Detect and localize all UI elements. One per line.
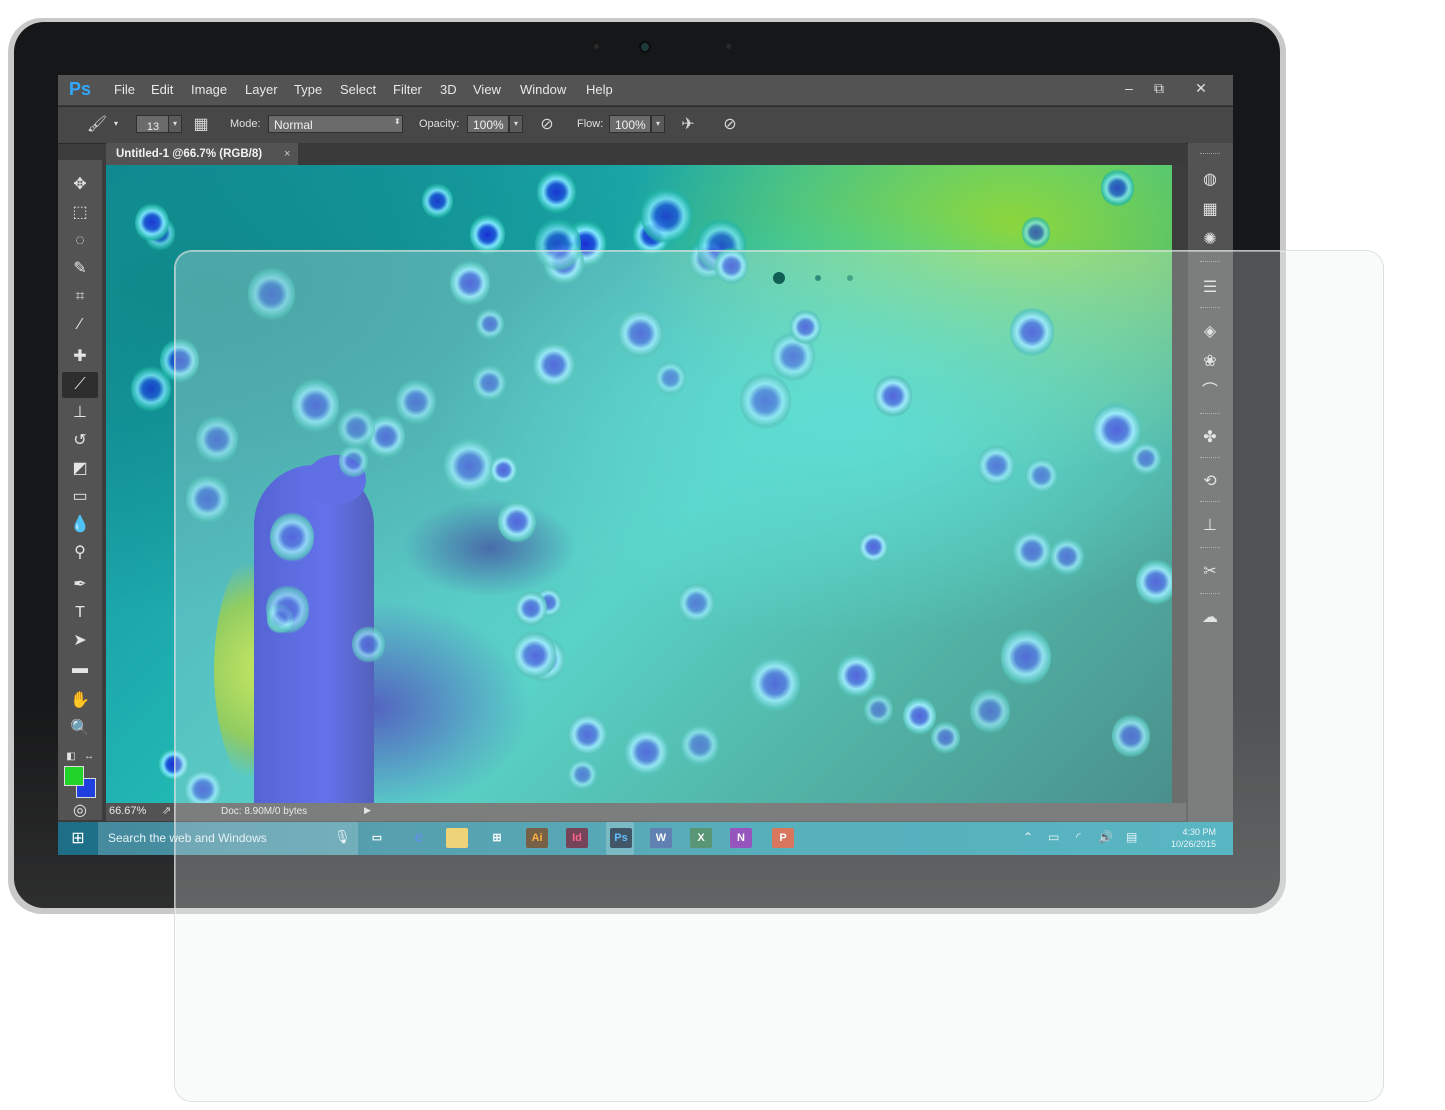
flow-label: Flow: bbox=[577, 118, 604, 130]
sensor-cutout-dot bbox=[815, 275, 821, 281]
eyedropper-icon[interactable]: ⁄ bbox=[62, 312, 98, 338]
sensor-right bbox=[726, 44, 731, 49]
gradient-icon[interactable]: ▭ bbox=[62, 484, 98, 510]
menu-edit[interactable]: Edit bbox=[151, 82, 173, 97]
feather-eye bbox=[641, 186, 692, 246]
feather-eye bbox=[1022, 216, 1051, 249]
pressure-size-icon[interactable]: ⊘ bbox=[719, 114, 741, 136]
opacity-field[interactable]: 100% bbox=[467, 115, 509, 133]
menu-filter[interactable]: Filter bbox=[393, 82, 422, 97]
sensor-cutout-dot bbox=[847, 275, 853, 281]
tab-close-icon[interactable]: × bbox=[284, 143, 290, 165]
brush-preset-icon[interactable]: 🖌 bbox=[86, 114, 108, 136]
brush-icon[interactable]: ⟋ bbox=[62, 372, 98, 398]
dodge-icon[interactable]: ⚲ bbox=[62, 540, 98, 566]
sensor-left bbox=[594, 44, 599, 49]
opacity-label: Opacity: bbox=[419, 118, 460, 130]
document-tab[interactable]: Untitled-1 @66.7% (RGB/8) bbox=[106, 143, 298, 165]
start-button[interactable]: ⊞ bbox=[58, 822, 98, 855]
quick-mask-icon[interactable]: ◎ bbox=[62, 798, 98, 824]
path-select-icon[interactable]: ➤ bbox=[62, 628, 98, 654]
menu-select[interactable]: Select bbox=[340, 82, 376, 97]
menu-image[interactable]: Image bbox=[191, 82, 227, 97]
menu-view[interactable]: View bbox=[473, 82, 501, 97]
brush-preset-arrow-icon[interactable]: ▾ bbox=[114, 119, 118, 128]
options-bar: 🖌 ▾ 13 ▾ ▦ Mode: Normal ⬍ Opacity: 100% … bbox=[58, 106, 1233, 144]
feather-eye bbox=[1100, 169, 1134, 208]
photoshop-logo: Ps bbox=[69, 79, 92, 99]
brush-size-field[interactable]: 13 bbox=[136, 115, 170, 133]
history-brush-icon[interactable]: ↺ bbox=[62, 428, 98, 454]
eraser-icon[interactable]: ◩ bbox=[62, 456, 98, 482]
close-button[interactable]: ✕ bbox=[1186, 77, 1216, 99]
camera-icon bbox=[641, 43, 649, 51]
marquee-icon[interactable]: ⬚ bbox=[62, 200, 98, 226]
hand-icon[interactable]: ✋ bbox=[62, 688, 98, 714]
foreground-color-swatch[interactable] bbox=[64, 766, 84, 786]
rectangle-icon[interactable]: ▬ bbox=[62, 656, 98, 682]
minimize-button[interactable]: ‒ bbox=[1114, 77, 1144, 99]
blur-icon[interactable]: 💧 bbox=[62, 512, 98, 538]
quick-select-icon[interactable]: ✎ bbox=[62, 256, 98, 282]
export-icon[interactable]: ⇗ bbox=[162, 804, 171, 817]
menu-3d[interactable]: 3D bbox=[440, 82, 457, 97]
menu-layer[interactable]: Layer bbox=[245, 82, 278, 97]
document-tab-bar: Untitled-1 @66.7% (RGB/8) × bbox=[106, 143, 1186, 165]
document-tab-title: Untitled-1 @66.7% (RGB/8) bbox=[116, 148, 263, 160]
flow-field[interactable]: 100% bbox=[609, 115, 651, 133]
camera-cutout-dot bbox=[773, 272, 785, 284]
mode-select-arrow-icon: ⬍ bbox=[394, 117, 401, 126]
swatches-panel-icon[interactable]: ▦ bbox=[1196, 197, 1224, 223]
brush-panel-icon[interactable]: ▦ bbox=[190, 114, 212, 136]
stamp-icon[interactable]: ⊥ bbox=[62, 400, 98, 426]
zoom-icon[interactable]: 🔍 bbox=[62, 716, 98, 742]
menu-file[interactable]: File bbox=[114, 82, 135, 97]
mode-label: Mode: bbox=[230, 118, 261, 130]
feather-eye bbox=[422, 183, 454, 219]
feather-eye bbox=[537, 170, 576, 215]
pen-icon[interactable]: ✒ bbox=[62, 572, 98, 598]
pressure-opacity-icon[interactable]: ⊘ bbox=[536, 114, 558, 136]
menu-type[interactable]: Type bbox=[294, 82, 322, 97]
opacity-dropdown-icon[interactable]: ▾ bbox=[509, 115, 523, 133]
screen-protector-glass bbox=[174, 250, 1384, 1102]
mode-select[interactable]: Normal bbox=[268, 115, 403, 133]
tools-panel: ✥ ⬚ ◌ ✎ ⌗ ⁄ ✚ ⟋ ⊥ ↺ ◩ ▭ 💧 ⚲ ✒ T ➤ ▬ ✋ 🔍 … bbox=[58, 160, 102, 820]
panel-grip[interactable] bbox=[1200, 153, 1220, 156]
flow-dropdown-icon[interactable]: ▾ bbox=[651, 115, 665, 133]
healing-icon[interactable]: ✚ bbox=[62, 344, 98, 370]
lasso-icon[interactable]: ◌ bbox=[62, 228, 98, 254]
menu-bar: Ps File Edit Image Layer Type Select Fil… bbox=[58, 75, 1233, 105]
menu-window[interactable]: Window bbox=[520, 82, 566, 97]
color-panel-icon[interactable]: ◍ bbox=[1196, 167, 1224, 193]
restore-button[interactable]: ⧉ bbox=[1144, 77, 1174, 99]
move-icon[interactable]: ✥ bbox=[62, 172, 98, 198]
brush-size-dropdown-icon[interactable]: ▾ bbox=[168, 115, 182, 133]
type-icon[interactable]: T bbox=[62, 600, 98, 626]
menu-help[interactable]: Help bbox=[586, 82, 613, 97]
feather-eye bbox=[470, 214, 506, 255]
crop-icon[interactable]: ⌗ bbox=[62, 284, 98, 310]
airbrush-icon[interactable]: ✈ bbox=[677, 114, 699, 136]
zoom-level[interactable]: 66.67% bbox=[109, 805, 146, 817]
